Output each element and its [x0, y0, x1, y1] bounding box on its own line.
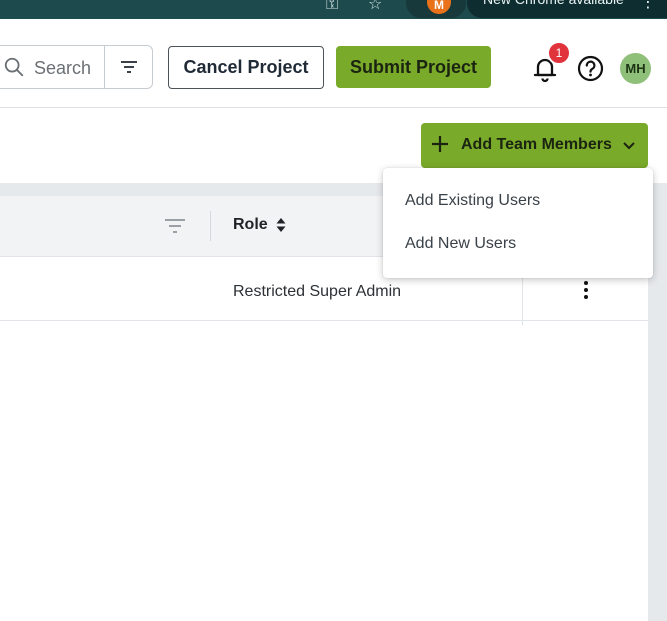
browser-toolbar: ⚿ ☆ M New Chrome available ⋮ [0, 0, 667, 19]
menu-item-add-existing-users[interactable]: Add Existing Users [383, 179, 653, 222]
column-filter-icon[interactable] [164, 217, 186, 235]
notification-badge: 1 [547, 41, 571, 65]
search-icon [4, 57, 24, 77]
plus-icon [432, 136, 448, 152]
help-icon[interactable] [577, 55, 604, 82]
add-team-members-menu: Add Existing Users Add New Users [383, 168, 653, 278]
password-key-icon[interactable]: ⚿ [326, 0, 338, 14]
filter-icon [121, 61, 137, 73]
submit-project-button[interactable]: Submit Project [336, 46, 491, 88]
bookmark-star-icon[interactable]: ☆ [368, 0, 382, 13]
chrome-update-button[interactable]: New Chrome available [467, 0, 667, 18]
role-cell: Restricted Super Admin [233, 283, 402, 300]
more-actions-icon[interactable] [578, 279, 594, 301]
add-team-members-button[interactable]: Add Team Members [421, 123, 648, 168]
user-avatar[interactable]: MH [620, 53, 651, 84]
menu-item-add-new-users[interactable]: Add New Users [383, 222, 653, 265]
add-team-members-label: Add Team Members [461, 136, 612, 153]
search-input[interactable]: Search [34, 58, 91, 79]
chevron-down-icon [623, 142, 635, 150]
search-field[interactable]: Search [0, 45, 153, 89]
cancel-project-button[interactable]: Cancel Project [168, 46, 324, 89]
filter-button[interactable] [105, 46, 153, 88]
app-header: Search Cancel Project Submit Project 1 M… [0, 19, 667, 108]
role-column-header[interactable]: Role [233, 216, 268, 234]
sort-icon[interactable] [275, 216, 287, 234]
header-separator [210, 211, 211, 241]
browser-menu-icon[interactable]: ⋮ [640, 0, 656, 11]
